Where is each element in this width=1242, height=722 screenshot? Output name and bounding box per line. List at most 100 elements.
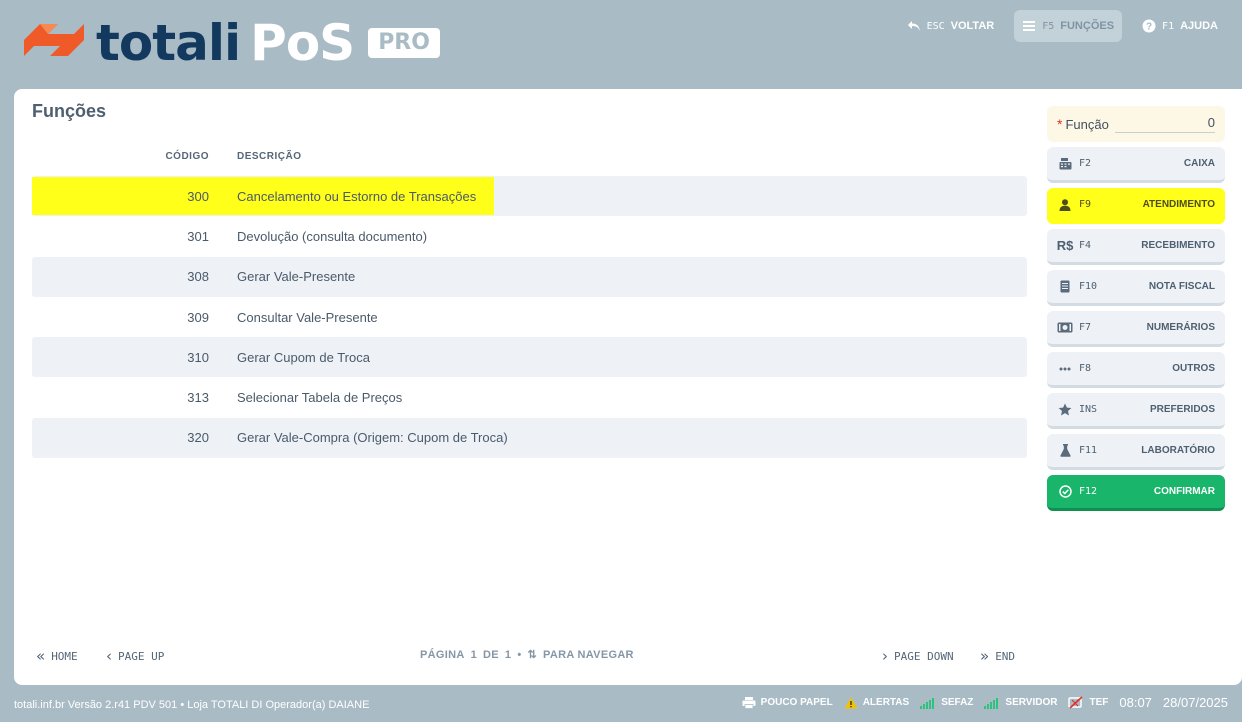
signal-icon	[984, 697, 999, 709]
flask-icon	[1057, 444, 1073, 457]
page-title: Funções	[32, 101, 107, 121]
status-tef[interactable]: TEF	[1068, 696, 1108, 709]
table-header: CÓDIGO DESCRIÇÃO	[32, 145, 1027, 167]
back-button[interactable]: ESC VOLTAR	[901, 10, 1001, 42]
money-icon	[1057, 322, 1073, 333]
navigate-hint: PARA NAVEGAR	[543, 648, 634, 661]
tef-off-icon	[1068, 696, 1084, 709]
chevron-left-icon: ‹	[106, 647, 112, 665]
logo-text: totali	[96, 14, 241, 72]
help-label: AJUDA	[1180, 20, 1218, 32]
recebimento-key: F4	[1079, 240, 1092, 251]
home-label: HOME	[51, 649, 78, 663]
back-label: VOLTAR	[950, 20, 995, 32]
svg-text:?: ?	[1146, 22, 1152, 33]
preferidos-button[interactable]: INS PREFERIDOS	[1047, 393, 1225, 429]
logo-pos: PoS	[250, 14, 355, 72]
logo-pro-badge: PRO	[368, 28, 440, 58]
status-server[interactable]: SERVIDOR	[984, 697, 1057, 709]
column-desc-header: DESCRIÇÃO	[237, 150, 302, 162]
undo-icon	[907, 21, 920, 31]
table-row[interactable]: 301 Devolução (consulta documento)	[32, 216, 1027, 256]
outros-label: OUTROS	[1172, 363, 1215, 374]
page-info: PÁGINA 1 DE 1 • ⇅ PARA NAVEGAR	[420, 648, 634, 662]
of-word: DE	[483, 648, 499, 661]
row-desc: Gerar Vale-Presente	[237, 269, 356, 285]
selected-row-highlight: 300 Cancelamento ou Estorno de Transaçõe…	[32, 177, 495, 216]
numerarios-button[interactable]: F7 NUMERÁRIOS	[1047, 311, 1225, 347]
menu-icon	[1023, 21, 1036, 31]
end-label: END	[995, 649, 1016, 663]
logo-mark-icon	[24, 24, 84, 56]
status-alerts[interactable]: ALERTAS	[844, 697, 909, 709]
row-code: 301	[187, 228, 209, 244]
table-row[interactable]: 309 Consultar Vale-Presente	[32, 297, 1027, 337]
main-card: Funções CÓDIGO DESCRIÇÃO 300 Cancelament…	[14, 89, 1242, 685]
dots-icon	[1057, 367, 1073, 371]
up-down-arrows-icon: ⇅	[527, 649, 538, 661]
row-desc: Selecionar Tabela de Preços	[237, 390, 403, 406]
row-code: 313	[187, 390, 209, 406]
double-chevron-left-icon: «	[36, 647, 46, 665]
confirm-label: CONFIRMAR	[1153, 486, 1215, 497]
caixa-button[interactable]: F2 CAIXA	[1047, 147, 1225, 183]
column-code-header: CÓDIGO	[165, 150, 209, 162]
caixa-key: F2	[1079, 158, 1092, 169]
home-button[interactable]: « HOME	[36, 647, 78, 665]
functions-table: CÓDIGO DESCRIÇÃO 300 Cancelamento ou Est…	[32, 145, 1027, 459]
page-word: PÁGINA	[420, 648, 465, 661]
row-code: 308	[187, 269, 209, 285]
page-up-button[interactable]: ‹ PAGE UP	[106, 647, 164, 665]
table-row[interactable]: 310 Gerar Cupom de Troca	[32, 337, 1027, 378]
status-paper-label: POUCO PAPEL	[760, 697, 833, 708]
table-row[interactable]: 320 Gerar Vale-Compra (Origem: Cupom de …	[32, 417, 1027, 459]
table-row[interactable]: 300 Cancelamento ou Estorno de Transaçõe…	[32, 176, 1027, 217]
back-key: ESC	[926, 20, 945, 32]
recebimento-button[interactable]: R$ F4 RECEBIMENTO	[1047, 229, 1225, 265]
page-down-button[interactable]: › PAGE DOWN	[882, 647, 954, 665]
atendimento-button[interactable]: F9 ATENDIMENTO	[1047, 188, 1225, 224]
currency-icon: R$	[1056, 238, 1074, 253]
functions-button[interactable]: F5 FUNÇÕES	[1014, 10, 1123, 42]
laboratorio-label: LABORATÓRIO	[1141, 445, 1215, 456]
outros-button[interactable]: F8 OUTROS	[1047, 352, 1225, 388]
nota-fiscal-button[interactable]: F10 NOTA FISCAL	[1047, 270, 1225, 306]
row-code: 310	[187, 349, 209, 365]
row-code: 300	[187, 188, 209, 204]
clock-date: 28/07/2025	[1162, 695, 1228, 710]
nota-fiscal-label: NOTA FISCAL	[1148, 281, 1215, 292]
page-current: 1	[470, 648, 478, 661]
nota-fiscal-key: F10	[1079, 281, 1098, 292]
double-chevron-right-icon: »	[980, 647, 990, 665]
header: totali PoS PRO ESC VOLTAR F5 FUNÇÕES ? F…	[0, 0, 1242, 90]
end-button[interactable]: » END	[980, 647, 1015, 665]
status-bar: totali.inf.br Versão 2.r41 PDV 501 • Loj…	[0, 694, 1242, 716]
document-icon	[1057, 280, 1073, 293]
printer-icon	[742, 696, 756, 709]
status-paper[interactable]: POUCO PAPEL	[742, 696, 833, 709]
check-circle-icon	[1057, 485, 1073, 498]
preferidos-key: INS	[1079, 404, 1098, 415]
page-up-label: PAGE UP	[118, 649, 165, 663]
bullet-separator: •	[517, 648, 522, 661]
required-star-icon: *	[1057, 116, 1063, 132]
confirm-button[interactable]: F12 CONFIRMAR	[1047, 475, 1225, 511]
system-info: totali.inf.br Versão 2.r41 PDV 501 • Loj…	[14, 699, 370, 711]
function-input[interactable]: 0	[1115, 115, 1215, 133]
status-indicators: POUCO PAPEL ALERTAS SEFAZ SERVIDOR TEF 0…	[742, 695, 1228, 710]
table-body: 300 Cancelamento ou Estorno de Transaçõe…	[32, 176, 1027, 459]
function-input-box[interactable]: * Função 0	[1047, 106, 1225, 142]
star-icon	[1057, 403, 1073, 416]
row-desc: Gerar Vale-Compra (Origem: Cupom de Troc…	[237, 430, 508, 446]
top-actions: ESC VOLTAR F5 FUNÇÕES ? F1 AJUDA	[901, 10, 1224, 42]
table-row[interactable]: 308 Gerar Vale-Presente	[32, 256, 1027, 297]
status-sefaz[interactable]: SEFAZ	[920, 697, 973, 709]
function-panel: * Função 0 F2 CAIXA F9 ATENDIMENTO R$ F4…	[1047, 106, 1225, 511]
atendimento-label: ATENDIMENTO	[1142, 199, 1215, 210]
help-button[interactable]: ? F1 AJUDA	[1136, 10, 1224, 42]
caixa-label: CAIXA	[1183, 158, 1215, 169]
warning-icon	[844, 697, 858, 708]
laboratorio-button[interactable]: F11 LABORATÓRIO	[1047, 434, 1225, 470]
table-row[interactable]: 313 Selecionar Tabela de Preços	[32, 377, 1027, 417]
numerarios-key: F7	[1079, 322, 1092, 333]
